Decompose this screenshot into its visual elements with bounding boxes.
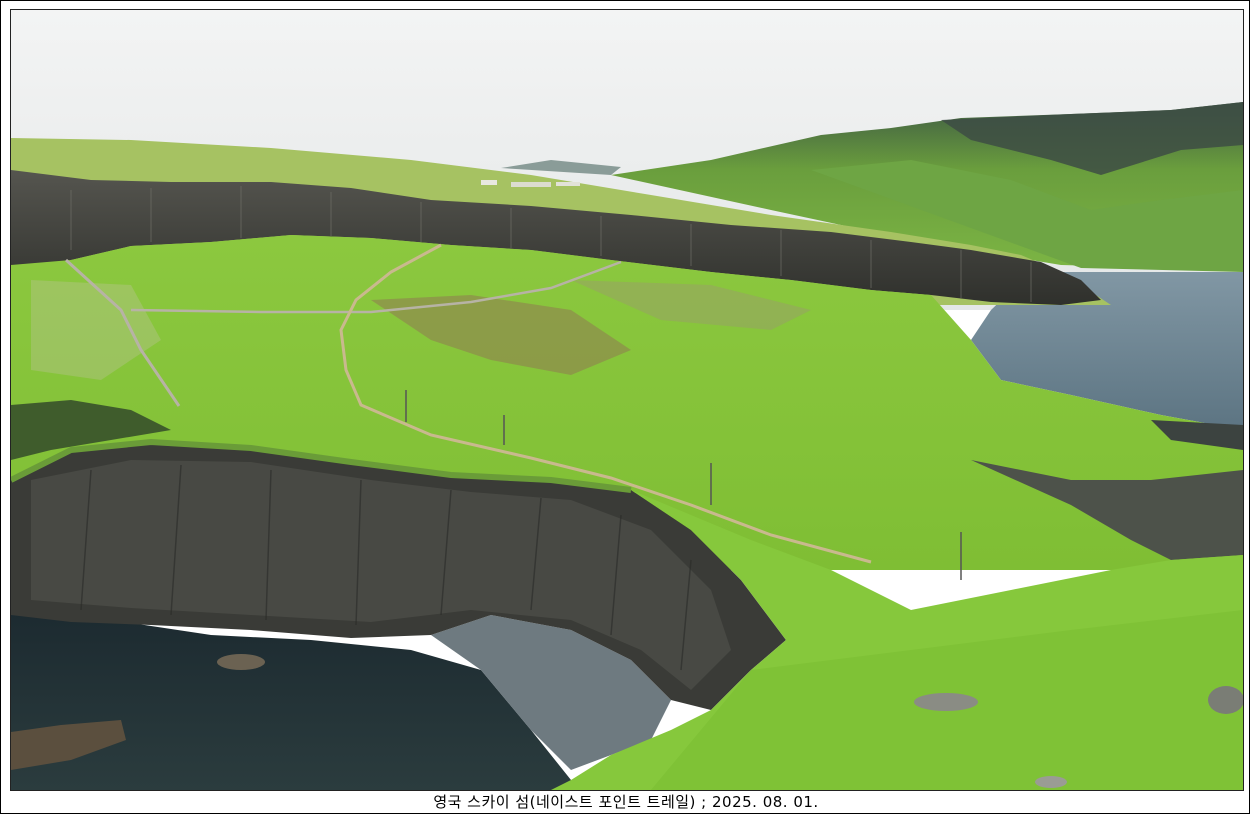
image-frame: 영국 스카이 섬(네이스트 포인트 트레일) ; 2025. 08. 01. [0, 0, 1250, 814]
landscape-photo [10, 9, 1244, 791]
photo-caption: 영국 스카이 섬(네이스트 포인트 트레일) ; 2025. 08. 01. [433, 793, 819, 811]
